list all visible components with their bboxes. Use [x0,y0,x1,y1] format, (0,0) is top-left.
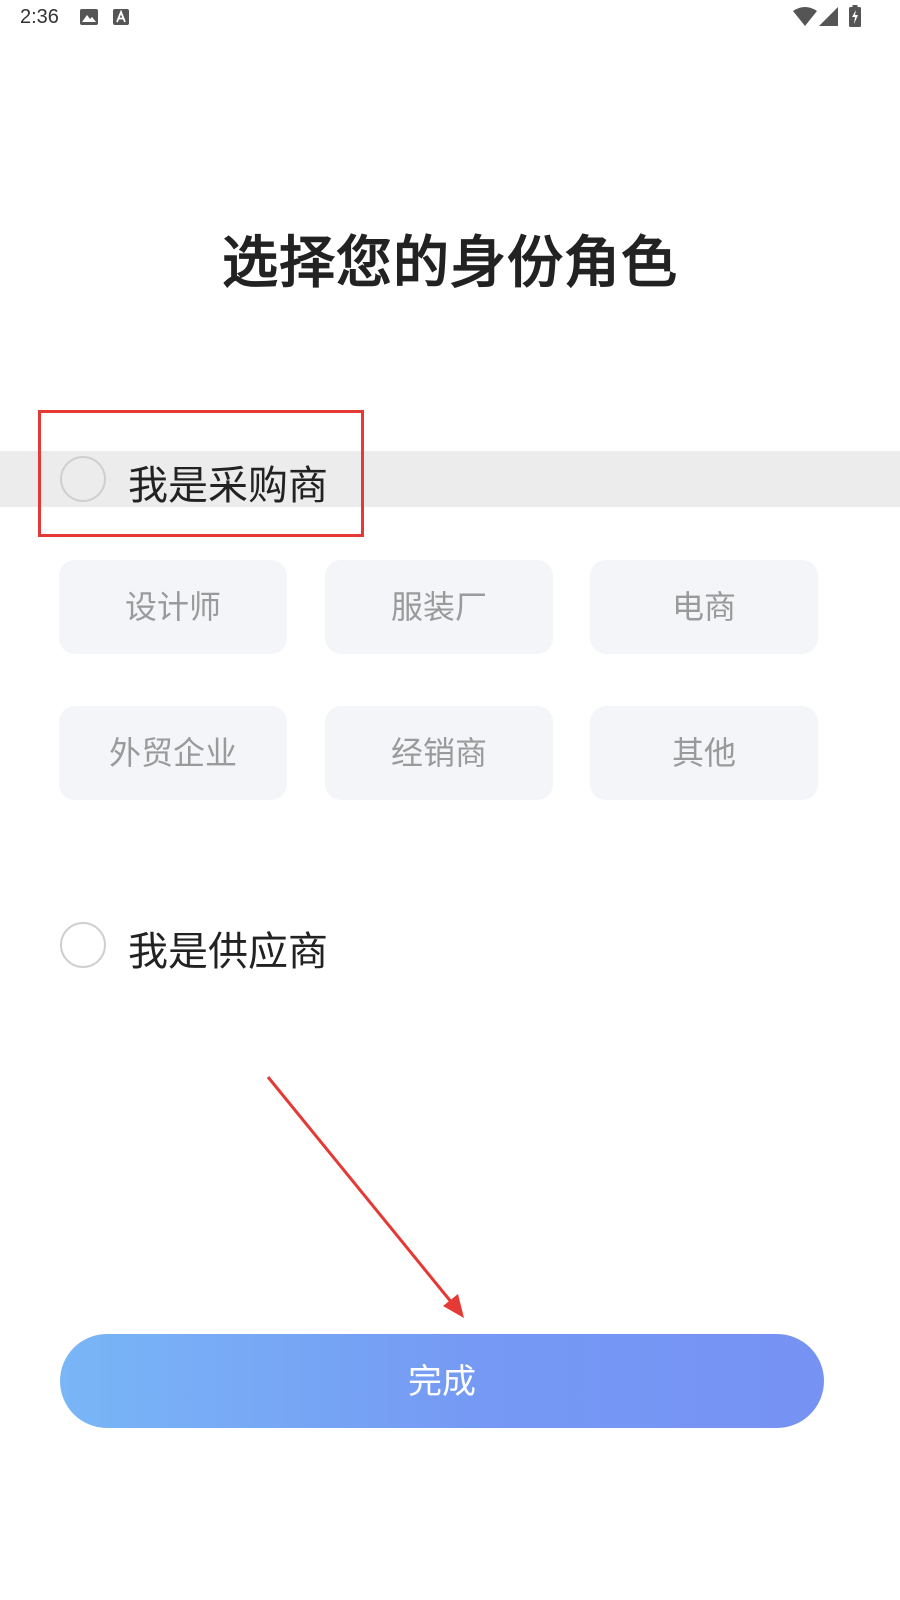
buyer-role-label: 我是采购商 [128,463,328,509]
supplier-radio-button[interactable] [60,922,106,968]
done-button[interactable]: 完成 [60,1334,824,1428]
chip-foreign-trade[interactable]: 外贸企业 [59,706,287,800]
chip-garment-factory[interactable]: 服装厂 [325,560,553,654]
supplier-role-option[interactable]: 我是供应商 [0,917,900,975]
buyer-role-option[interactable]: 我是采购商 [0,451,900,509]
wifi-icon [793,7,817,27]
buyer-radio-button[interactable] [60,456,106,502]
a-letter-icon [113,9,129,25]
role-selection-screen: 2:36 选择您的身份角色 我是采购商 设计师 服装厂 电商 外贸企业 经销商 … [0,0,900,1600]
battery-charging-icon [849,5,861,27]
signal-icon [818,7,838,27]
page-title: 选择您的身份角色 [222,231,678,296]
image-icon [80,9,98,25]
status-time: 2:36 [20,6,59,28]
chip-designer[interactable]: 设计师 [59,560,287,654]
status-bar: 2:36 [0,0,900,36]
chip-distributor[interactable]: 经销商 [325,706,553,800]
supplier-role-label: 我是供应商 [128,929,328,975]
chip-ecommerce[interactable]: 电商 [590,560,818,654]
chip-other[interactable]: 其他 [590,706,818,800]
